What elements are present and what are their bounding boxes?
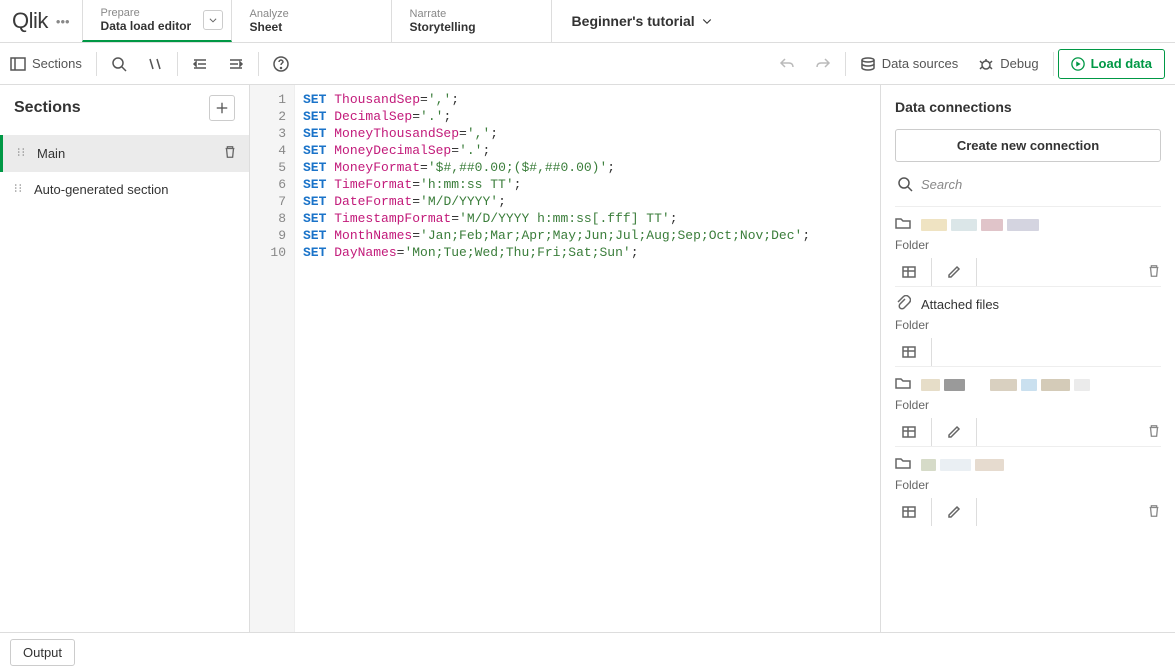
play-icon: [1071, 57, 1085, 71]
section-list: MainAuto-generated section: [0, 135, 249, 207]
comment-button[interactable]: [137, 43, 173, 85]
code-editor[interactable]: 12345678910 SET ThousandSep=',';SET Deci…: [250, 85, 880, 632]
chevron-down-icon[interactable]: [203, 10, 223, 30]
folder-icon: [895, 375, 911, 394]
comment-icon: [147, 56, 163, 72]
folder-icon: [895, 455, 911, 474]
undo-button[interactable]: [769, 43, 805, 85]
connection-search[interactable]: Search: [895, 170, 1161, 198]
connection-item: Folder: [895, 366, 1161, 446]
select-data-button[interactable]: [895, 418, 923, 446]
edit-connection-button[interactable]: [940, 418, 968, 446]
output-button[interactable]: Output: [10, 639, 75, 666]
section-item-main[interactable]: Main: [0, 135, 249, 172]
debug-button[interactable]: Debug: [968, 43, 1048, 85]
data-sources-button[interactable]: Data sources: [850, 43, 969, 85]
connection-name-redacted: [921, 459, 1004, 471]
search-icon: [897, 176, 913, 192]
redo-icon: [815, 56, 831, 72]
logo-area: Qlik •••: [0, 0, 82, 42]
code-content[interactable]: SET ThousandSep=',';SET DecimalSep='.';S…: [295, 85, 818, 632]
bug-icon: [978, 56, 994, 72]
select-data-button[interactable]: [895, 498, 923, 526]
connection-list: Folder Attached files Folder Folder Folder: [895, 206, 1161, 526]
connection-item: Folder: [895, 206, 1161, 286]
drag-handle-icon[interactable]: [12, 182, 24, 197]
footer: Output: [0, 632, 1175, 672]
sections-title: Sections: [14, 99, 81, 117]
connections-panel: Data connections Create new connection S…: [880, 85, 1175, 632]
drag-handle-icon[interactable]: [15, 146, 27, 161]
connection-name: Attached files: [921, 297, 999, 312]
sections-panel: Sections MainAuto-generated section: [0, 85, 250, 632]
edit-connection-button[interactable]: [940, 498, 968, 526]
toggle-sections-button[interactable]: Sections: [0, 43, 92, 85]
nav-tab-data-load-editor[interactable]: PrepareData load editor: [82, 0, 232, 42]
undo-icon: [779, 56, 795, 72]
more-icon[interactable]: •••: [56, 14, 70, 29]
plus-icon: [215, 101, 229, 115]
help-icon: [273, 56, 289, 72]
toolbar: Sections Data sources Debug Load data: [0, 43, 1175, 85]
select-data-button[interactable]: [895, 338, 923, 366]
outdent-icon: [228, 56, 244, 72]
outdent-button[interactable]: [218, 43, 254, 85]
connection-type: Folder: [895, 398, 1161, 412]
search-icon: [111, 56, 127, 72]
load-data-button[interactable]: Load data: [1058, 49, 1165, 79]
delete-connection-button[interactable]: [1147, 504, 1161, 521]
connections-title: Data connections: [895, 99, 1161, 115]
connection-item: Attached files Folder: [895, 286, 1161, 366]
folder-icon: [895, 215, 911, 234]
attachment-icon: [895, 295, 911, 314]
main-content: Sections MainAuto-generated section 1234…: [0, 85, 1175, 632]
app-name[interactable]: Beginner's tutorial: [552, 0, 733, 42]
nav-tab-storytelling[interactable]: NarrateStorytelling: [392, 0, 552, 42]
search-button[interactable]: [101, 43, 137, 85]
connection-type: Folder: [895, 478, 1161, 492]
delete-connection-button[interactable]: [1147, 264, 1161, 281]
chevron-down-icon: [701, 15, 713, 27]
select-data-button[interactable]: [895, 258, 923, 286]
nav-tabs: PrepareData load editorAnalyzeSheetNarra…: [82, 0, 552, 42]
edit-connection-button[interactable]: [940, 258, 968, 286]
connection-type: Folder: [895, 318, 1161, 332]
add-section-button[interactable]: [209, 95, 235, 121]
delete-connection-button[interactable]: [1147, 424, 1161, 441]
create-connection-button[interactable]: Create new connection: [895, 129, 1161, 162]
logo: Qlik: [12, 8, 48, 34]
indent-icon: [192, 56, 208, 72]
connection-item: Folder: [895, 446, 1161, 526]
nav-tab-sheet[interactable]: AnalyzeSheet: [232, 0, 392, 42]
sections-header: Sections: [0, 85, 249, 135]
section-item-auto-generated-section[interactable]: Auto-generated section: [0, 172, 249, 207]
connection-name-redacted: [921, 219, 1039, 231]
delete-section-icon[interactable]: [223, 145, 237, 162]
panel-icon: [10, 56, 26, 72]
gutter: 12345678910: [250, 85, 295, 632]
connection-name-redacted: [921, 379, 1090, 391]
database-icon: [860, 56, 876, 72]
indent-button[interactable]: [182, 43, 218, 85]
top-nav: Qlik ••• PrepareData load editorAnalyzeS…: [0, 0, 1175, 43]
redo-button[interactable]: [805, 43, 841, 85]
connection-type: Folder: [895, 238, 1161, 252]
help-button[interactable]: [263, 43, 299, 85]
